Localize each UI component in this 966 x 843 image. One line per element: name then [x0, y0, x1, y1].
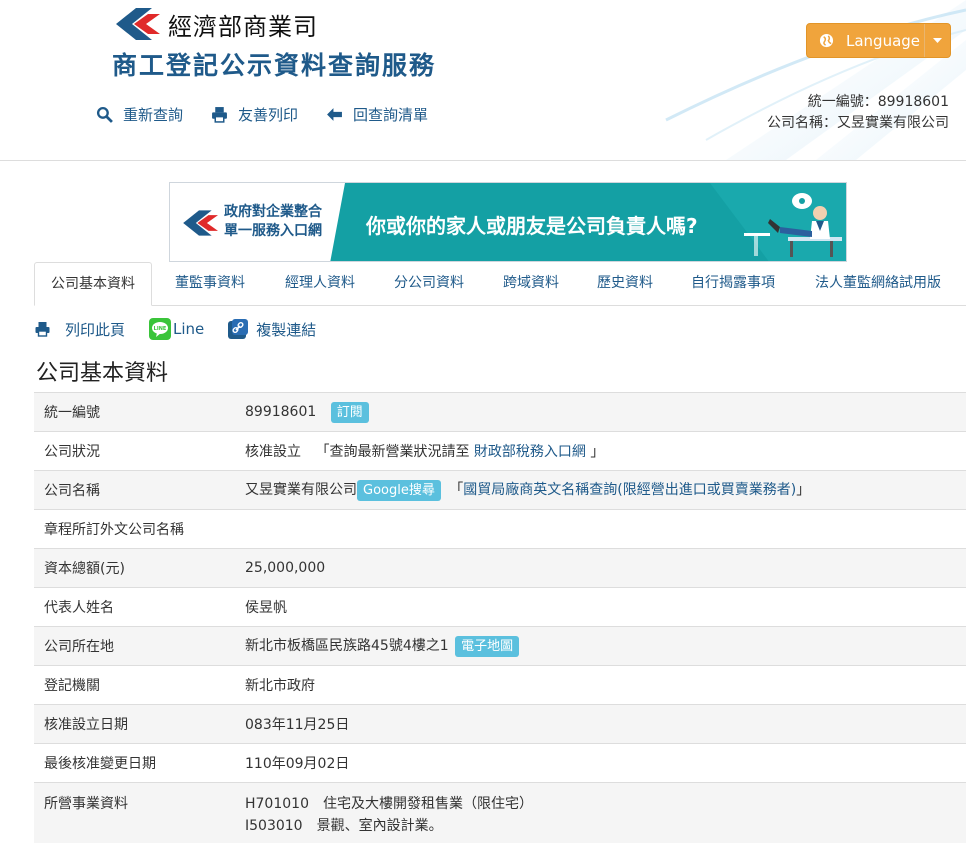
subscribe-button[interactable]: 訂閱 — [331, 402, 369, 423]
print-friendly-label: 友善列印 — [238, 104, 298, 125]
table-row: 公司狀況 核准設立 「查詢最新營業狀況請至 財政部稅務入口網 」 — [34, 432, 966, 471]
requery-label: 重新查詢 — [123, 104, 183, 125]
id-label: 統一編號 — [34, 393, 235, 432]
tax-portal-link[interactable]: 財政部稅務入口網 — [474, 444, 586, 460]
page-actions: 列印此頁 LINE Line 複製連結 — [34, 318, 316, 340]
tab-bar: 公司基本資料 董監事資料 經理人資料 分公司資料 跨域資料 歷史資料 自行揭露事… — [34, 262, 966, 306]
tab-cross-domain[interactable]: 跨域資料 — [503, 262, 559, 305]
capital-label: 資本總額(元) — [34, 549, 235, 588]
address-value-cell: 新北市板橋區民族路45號4樓之1 電子地圖 — [235, 627, 966, 666]
site-header: 經濟部商業司 商工登記公示資料查詢服務 重新查詢 友善列印 回查詢清單 Lang… — [0, 0, 966, 161]
foreign-name-value — [235, 510, 966, 549]
capital-value: 25,000,000 — [235, 549, 966, 588]
ministry-logo-icon — [112, 6, 160, 42]
trade-prefix: 「 — [449, 482, 463, 498]
section-title: 公司基本資料 — [36, 355, 168, 387]
address-label: 公司所在地 — [34, 627, 235, 666]
setup-date-value: 083年11月25日 — [235, 705, 966, 744]
authority-value: 新北市政府 — [235, 666, 966, 705]
globe-icon — [819, 33, 834, 48]
banner-logo-icon — [180, 208, 218, 238]
google-search-button[interactable]: Google搜尋 — [357, 480, 441, 501]
table-row: 核准設立日期 083年11月25日 — [34, 705, 966, 744]
table-row: 統一編號 89918601 訂閱 — [34, 393, 966, 432]
banner-left-line2: 單一服務入口網 — [224, 222, 322, 241]
chevron-down-icon[interactable] — [924, 24, 950, 57]
tab-basic-info[interactable]: 公司基本資料 — [34, 262, 152, 306]
printer-icon — [211, 106, 228, 123]
table-row: 資本總額(元) 25,000,000 — [34, 549, 966, 588]
ministry-name: 經濟部商業司 — [168, 7, 318, 42]
line-share-button[interactable]: LINE Line — [149, 318, 204, 340]
relaxing-person-illustration — [730, 187, 845, 259]
authority-label: 登記機關 — [34, 666, 235, 705]
status-label: 公司狀況 — [34, 432, 235, 471]
banner-left-line1: 政府對企業整合 — [224, 203, 322, 222]
promo-banner[interactable]: 政府對企業整合 單一服務入口網 你或你的家人或朋友是公司負責人嗎? — [169, 182, 847, 262]
tab-managers[interactable]: 經理人資料 — [285, 262, 355, 305]
name-value-cell: 又昱實業有限公司Google搜尋 「國貿局廠商英文名稱查詢(限經營出進口或買賣業… — [235, 471, 966, 510]
setup-date-label: 核准設立日期 — [34, 705, 235, 744]
change-date-value: 110年09月02日 — [235, 744, 966, 783]
ministry-logo[interactable]: 經濟部商業司 — [112, 6, 318, 42]
status-value-cell: 核准設立 「查詢最新營業狀況請至 財政部稅務入口網 」 — [235, 432, 966, 471]
business-item: I503010 景觀、室內設計業。 — [245, 815, 956, 837]
tab-network-beta[interactable]: 法人董監網絡試用版 — [815, 262, 941, 305]
tab-self-disclosure[interactable]: 自行揭露事項 — [691, 262, 775, 305]
arrow-left-icon — [326, 106, 343, 123]
business-item: H701010 住宅及大樓開發租售業（限住宅） — [245, 793, 956, 815]
header-toolbar: 重新查詢 友善列印 回查詢清單 — [96, 104, 428, 125]
tab-directors[interactable]: 董監事資料 — [175, 262, 245, 305]
business-items: H701010 住宅及大樓開發租售業（限住宅） I503010 景觀、室內設計業… — [235, 783, 966, 843]
language-label: Language — [846, 32, 920, 50]
map-button[interactable]: 電子地圖 — [455, 636, 519, 657]
representative-value: 侯昱帆 — [235, 588, 966, 627]
foreign-name-label: 章程所訂外文公司名稱 — [34, 510, 235, 549]
search-icon — [96, 106, 113, 123]
company-summary: 統一編號：89918601 公司名稱：又昱實業有限公司 — [767, 92, 949, 134]
svg-text:LINE: LINE — [154, 326, 167, 332]
business-label: 所營事業資料 — [34, 783, 235, 843]
address-value: 新北市板橋區民族路45號4樓之1 — [245, 638, 449, 654]
language-dropdown[interactable]: Language — [806, 23, 951, 58]
name-label: 公司名稱 — [34, 471, 235, 510]
copy-link-label: 複製連結 — [256, 319, 316, 340]
link-icon — [228, 319, 248, 339]
requery-button[interactable]: 重新查詢 — [96, 104, 183, 125]
table-row: 代表人姓名 侯昱帆 — [34, 588, 966, 627]
table-row: 所營事業資料 H701010 住宅及大樓開發租售業（限住宅） I503010 景… — [34, 783, 966, 843]
line-label: Line — [173, 320, 204, 338]
banner-question: 你或你的家人或朋友是公司負責人嗎? — [366, 210, 698, 239]
back-to-list-button[interactable]: 回查詢清單 — [326, 104, 428, 125]
tab-history[interactable]: 歷史資料 — [597, 262, 653, 305]
back-to-list-label: 回查詢清單 — [353, 104, 428, 125]
company-name-line: 公司名稱：又昱實業有限公司 — [767, 113, 949, 134]
change-date-label: 最後核准變更日期 — [34, 744, 235, 783]
table-row: 最後核准變更日期 110年09月02日 — [34, 744, 966, 783]
company-info-table: 統一編號 89918601 訂閱 公司狀況 核准設立 「查詢最新營業狀況請至 財… — [34, 392, 966, 843]
print-page-button[interactable]: 列印此頁 — [34, 319, 125, 340]
id-value: 89918601 — [245, 404, 316, 420]
trade-suffix: 」 — [796, 482, 810, 498]
company-name-value: 又昱實業有限公司 — [245, 482, 357, 498]
printer-icon — [34, 321, 51, 337]
tab-branches[interactable]: 分公司資料 — [394, 262, 464, 305]
table-row: 公司名稱 又昱實業有限公司Google搜尋 「國貿局廠商英文名稱查詢(限經營出進… — [34, 471, 966, 510]
trade-bureau-link[interactable]: 國貿局廠商英文名稱查詢(限經營出進口或買賣業務者) — [463, 482, 796, 498]
table-row: 公司所在地 新北市板橋區民族路45號4樓之1 電子地圖 — [34, 627, 966, 666]
banner-portal-name: 政府對企業整合 單一服務入口網 — [224, 203, 322, 241]
company-id-line: 統一編號：89918601 — [767, 92, 949, 113]
id-value-cell: 89918601 訂閱 — [235, 393, 966, 432]
print-friendly-button[interactable]: 友善列印 — [211, 104, 298, 125]
table-row: 章程所訂外文公司名稱 — [34, 510, 966, 549]
service-title: 商工登記公示資料查詢服務 — [112, 46, 436, 82]
status-note-suffix: 」 — [590, 444, 604, 460]
table-row: 登記機關 新北市政府 — [34, 666, 966, 705]
representative-label: 代表人姓名 — [34, 588, 235, 627]
line-icon: LINE — [149, 318, 171, 340]
copy-link-button[interactable]: 複製連結 — [228, 319, 316, 340]
print-page-label: 列印此頁 — [65, 319, 125, 340]
status-note-prefix: 「查詢最新營業狀況請至 — [315, 444, 469, 460]
status-value: 核准設立 — [245, 444, 301, 460]
